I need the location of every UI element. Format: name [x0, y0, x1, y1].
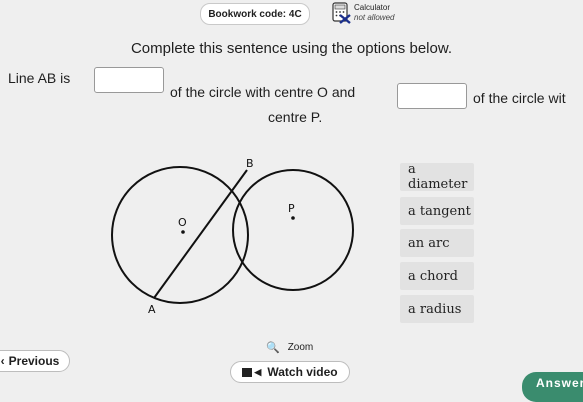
previous-label: Previous [8, 354, 60, 368]
sentence-part-4: centre P. [268, 109, 323, 125]
label-b: B [246, 157, 254, 170]
bookwork-code-label: Bookwork code: 4C [208, 8, 302, 20]
magnifier-icon: 🔍 [266, 342, 280, 354]
option-a-chord[interactable]: a chord [400, 262, 474, 290]
centre-p-dot [291, 216, 295, 220]
label-p: P [288, 202, 295, 215]
watch-video-button[interactable]: ◀ Watch video [230, 361, 350, 383]
answer-blank-2[interactable] [397, 83, 467, 109]
answer-blank-1[interactable] [94, 67, 164, 93]
previous-button[interactable]: ‹ Previous [0, 350, 70, 372]
centre-o-dot [181, 230, 185, 234]
zoom-button[interactable]: 🔍 Zoom [266, 341, 313, 354]
circle-p [232, 169, 354, 291]
label-o: O [178, 216, 187, 229]
answer-button[interactable]: Answer [522, 372, 583, 402]
sentence-part-2: of the circle with centre O and [170, 84, 356, 100]
answer-label: Answer [536, 376, 583, 390]
circle-o [111, 166, 249, 304]
bookwork-code-badge: Bookwork code: 4C [200, 3, 310, 25]
calculator-status: Calculator not allowed [354, 3, 394, 23]
option-a-radius[interactable]: a radius [400, 295, 474, 323]
option-a-tangent[interactable]: a tangent [400, 197, 474, 225]
question-prompt: Complete this sentence using the options… [130, 40, 453, 57]
calculator-label: Calculator [354, 3, 391, 12]
chevron-left-icon: ‹ [0, 354, 5, 368]
calculator-not-allowed-icon [332, 2, 351, 24]
option-an-arc[interactable]: an arc [400, 229, 474, 257]
circle-diagram: B O P A [111, 157, 354, 316]
option-a-diameter[interactable]: a diameter [400, 162, 474, 192]
label-a: A [148, 303, 156, 316]
zoom-label: Zoom [287, 342, 314, 353]
sentence-part-3: of the circle wit [473, 90, 566, 106]
video-icon [242, 367, 253, 377]
play-left-icon: ◀ [254, 366, 262, 377]
calculator-status-text: not allowed [354, 13, 395, 22]
sentence-part-1: Line AB is [8, 70, 71, 86]
watch-video-label: Watch video [267, 365, 338, 379]
